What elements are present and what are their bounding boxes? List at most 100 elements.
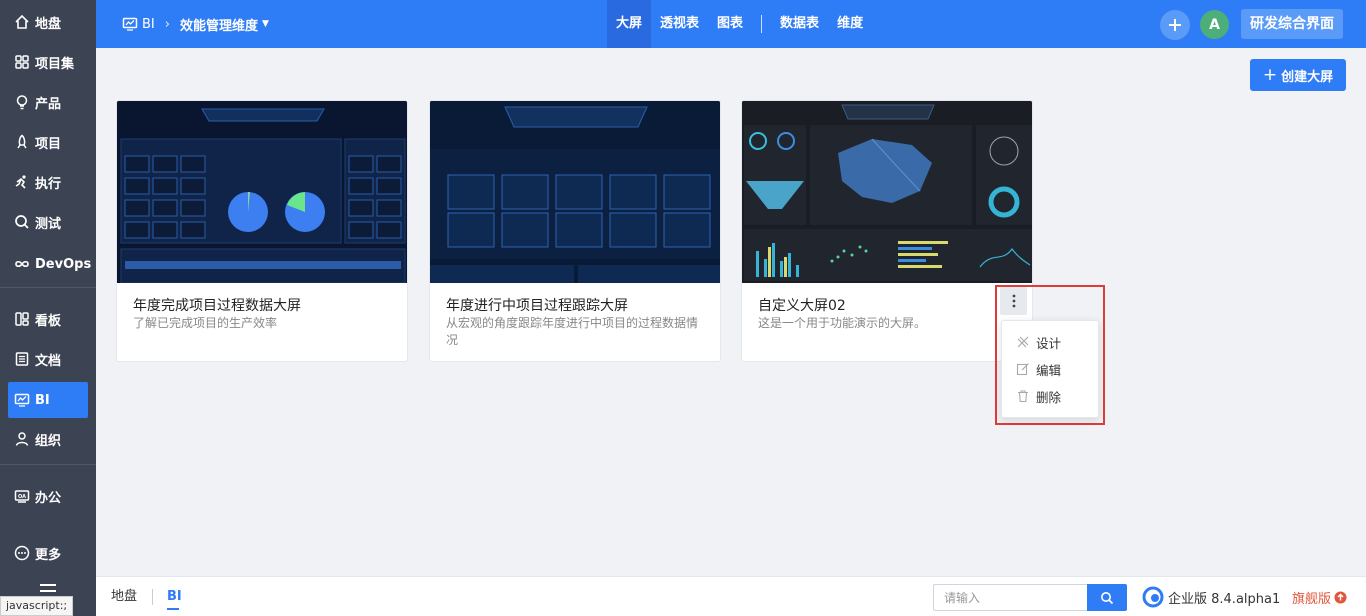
create-screen-label: 创建大屏 <box>1281 69 1334 85</box>
sidebar-item-label: 更多 <box>35 547 62 563</box>
rocket-icon <box>17 134 27 149</box>
sidebar-item-label: 测试 <box>35 216 62 232</box>
sidebar-item-label: 项目集 <box>35 56 75 72</box>
sidebar-item-org[interactable]: 组织 <box>8 421 88 457</box>
sidebar-item-product[interactable]: 产品 <box>8 84 88 120</box>
footer-tab-home[interactable]: 地盘 <box>111 577 137 616</box>
zentao-logo-icon <box>1142 586 1164 608</box>
sidebar-item-label: 执行 <box>35 176 62 192</box>
sidebar-divider <box>0 287 96 288</box>
sidebar-item-more[interactable]: 更多 <box>8 535 88 571</box>
menu-item-label: 编辑 <box>1036 362 1062 378</box>
card-title[interactable]: 年度完成项目过程数据大屏 <box>133 295 301 315</box>
breadcrumb-module[interactable]: BI <box>142 17 155 32</box>
screen-thumbnail <box>430 101 720 283</box>
sidebar-item-project[interactable]: 项目 <box>8 124 88 160</box>
chevron-right-icon: › <box>164 16 170 32</box>
sidebar-item-label: 地盘 <box>35 16 62 32</box>
footer-tab-bi[interactable]: BI <box>167 577 182 616</box>
more-icon <box>14 545 30 561</box>
design-icon <box>1017 336 1029 348</box>
screen-thumbnail <box>742 101 1032 283</box>
office-icon: OA <box>14 490 30 503</box>
run-icon <box>15 175 26 189</box>
avatar[interactable]: A <box>1200 10 1229 39</box>
screen-card[interactable]: 年度完成项目过程数据大屏 了解已完成项目的生产效率 <box>116 100 408 362</box>
bulb-icon <box>16 95 28 110</box>
sidebar-item-home[interactable]: 地盘 <box>8 4 88 40</box>
sidebar-item-label: BI <box>35 392 50 408</box>
sidebar-item-label: DevOps <box>35 256 92 272</box>
sidebar-item-kanban[interactable]: 看板 <box>8 301 88 337</box>
monitor-icon <box>122 17 138 31</box>
tab-chart[interactable]: 图表 <box>708 0 752 48</box>
infinity-icon <box>15 260 29 268</box>
card-description: 从宏观的角度跟踪年度进行中项目的过程数据情况 <box>446 316 699 347</box>
breadcrumb: BI › 效能管理维度 ▼ <box>122 0 269 48</box>
top-header: BI › 效能管理维度 ▼ 大屏 透视表 图表 数据表 维度 A 研发综合界面 <box>96 0 1366 48</box>
screen-card[interactable]: 自定义大屏02 这是一个用于功能演示的大屏。 <box>741 100 1033 362</box>
module-tabs: 大屏 透视表 图表 数据表 维度 <box>607 0 872 48</box>
tab-pivot[interactable]: 透视表 <box>651 0 708 48</box>
sidebar: 地盘 项目集 产品 项目 执行 测试 DevOps 看板 文档 BI 组织 OA… <box>0 0 96 616</box>
menu-item-edit[interactable]: 编辑 <box>1002 356 1100 382</box>
collapse-menu-icon[interactable] <box>40 584 56 592</box>
sidebar-item-label: 项目 <box>35 136 62 152</box>
footer-bar: 地盘 BI 企业版 8.4.alpha1 旗舰版 <box>96 576 1366 616</box>
tab-screen[interactable]: 大屏 <box>607 0 652 48</box>
footer-search-input[interactable] <box>933 584 1088 611</box>
card-description: 这是一个用于功能演示的大屏。 <box>758 316 927 330</box>
team-switch-button[interactable]: 研发综合界面 <box>1241 9 1343 39</box>
trash-icon <box>1018 390 1028 403</box>
tab-datatable[interactable]: 数据表 <box>771 0 828 48</box>
sidebar-item-label: 组织 <box>35 433 62 449</box>
sidebar-item-test[interactable]: 测试 <box>8 204 88 240</box>
test-icon <box>15 215 29 229</box>
sidebar-divider <box>0 464 96 465</box>
edit-icon <box>1016 363 1029 376</box>
menu-item-label: 删除 <box>1036 389 1062 405</box>
sidebar-item-label: 办公 <box>35 490 62 506</box>
footer-tab-bi-label: BI <box>167 589 182 604</box>
screen-card[interactable]: 年度进行中项目过程跟踪大屏 从宏观的角度跟踪年度进行中项目的过程数据情况 <box>429 100 721 362</box>
grid-icon <box>15 55 29 69</box>
plus-icon <box>1169 19 1181 31</box>
browser-status-tooltip: javascript:; <box>0 596 74 616</box>
footer-search-button[interactable] <box>1087 584 1127 611</box>
version-info[interactable]: 企业版 8.4.alpha1 <box>1142 585 1280 609</box>
dimension-switcher[interactable]: 效能管理维度 <box>180 15 258 34</box>
sidebar-item-office[interactable]: OA 办公 <box>8 478 88 514</box>
sidebar-item-doc[interactable]: 文档 <box>8 341 88 377</box>
kanban-icon <box>15 312 29 326</box>
version-label: 企业版 8.4.alpha1 <box>1168 591 1281 607</box>
caret-down-icon[interactable]: ▼ <box>262 19 269 29</box>
plus-icon: + <box>1262 65 1278 85</box>
tab-divider <box>761 15 763 33</box>
doc-icon <box>15 352 29 366</box>
card-actions-menu: 设计 编辑 删除 <box>1001 320 1099 418</box>
monitor-icon <box>14 393 30 407</box>
sidebar-item-devops[interactable]: DevOps <box>8 246 92 282</box>
menu-item-label: 设计 <box>1036 335 1062 351</box>
card-title[interactable]: 年度进行中项目过程跟踪大屏 <box>446 295 628 315</box>
sidebar-item-label: 文档 <box>35 353 62 369</box>
home-icon <box>15 14 29 29</box>
flagship-upgrade-link[interactable]: 旗舰版 <box>1292 585 1347 609</box>
sidebar-item-execution[interactable]: 执行 <box>8 164 88 200</box>
sidebar-item-label: 看板 <box>35 313 62 329</box>
card-title[interactable]: 自定义大屏02 <box>758 295 846 315</box>
menu-item-delete[interactable]: 删除 <box>1002 383 1100 409</box>
sidebar-item-label: 产品 <box>35 96 62 112</box>
sidebar-item-bi[interactable]: BI <box>8 382 88 418</box>
card-description: 了解已完成项目的生产效率 <box>133 316 278 330</box>
flagship-label: 旗舰版 <box>1292 591 1332 607</box>
screen-thumbnail <box>117 101 407 283</box>
create-screen-button[interactable]: + 创建大屏 <box>1250 59 1346 91</box>
tab-dimension[interactable]: 维度 <box>828 0 872 48</box>
menu-item-design[interactable]: 设计 <box>1002 329 1100 355</box>
upgrade-arrow-icon <box>1334 591 1347 603</box>
search-icon <box>1101 591 1114 604</box>
svg-text:OA: OA <box>18 494 26 500</box>
sidebar-item-programs[interactable]: 项目集 <box>8 44 88 80</box>
quick-add-button[interactable] <box>1160 10 1190 40</box>
